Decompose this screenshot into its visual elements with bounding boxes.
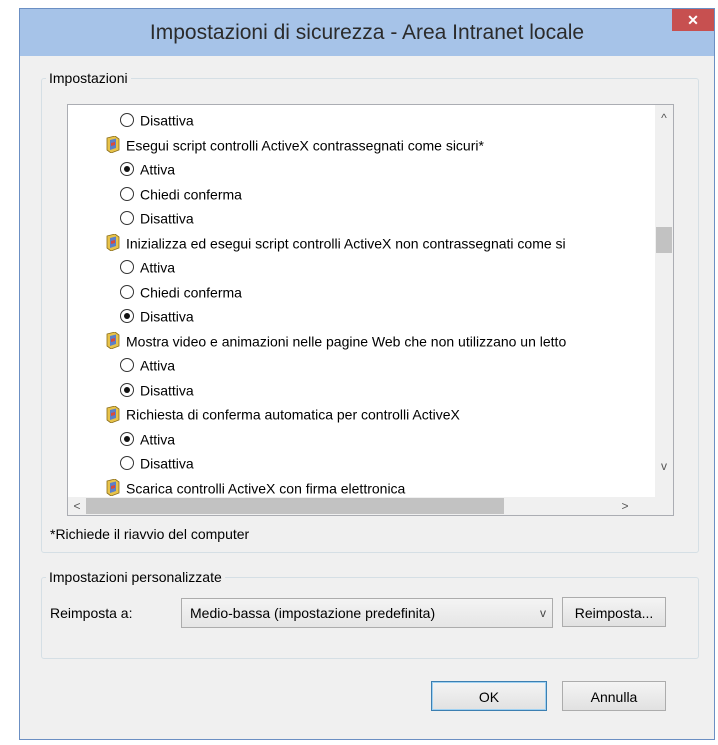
radio-label: Attiva [140, 430, 176, 447]
settings-legend: Impostazioni [46, 69, 131, 87]
radio-label: Chiedi conferma [140, 283, 242, 300]
radio-unchecked-icon[interactable] [120, 186, 134, 201]
setting-shield-icon [106, 405, 120, 423]
setting-heading: Inizializza ed esegui script controlli A… [106, 230, 566, 254]
setting-label: Mostra video e animazioni nelle pagine W… [126, 332, 567, 349]
cancel-button[interactable]: Annulla [562, 681, 666, 711]
radio-unchecked-icon[interactable] [120, 456, 134, 471]
radio-unchecked-icon[interactable] [120, 260, 134, 275]
radio-option[interactable]: Chiedi conferma [120, 279, 242, 303]
scroll-down-icon[interactable]: v [655, 457, 673, 475]
radio-checked-icon[interactable] [120, 382, 134, 397]
custom-settings-legend: Impostazioni personalizzate [46, 568, 225, 586]
reset-level-select[interactable]: Medio-bassa (impostazione predefinita) v [181, 598, 553, 628]
window-title: Impostazioni di sicurezza - Area Intrane… [149, 21, 585, 44]
setting-shield-icon [106, 332, 120, 350]
setting-heading: Esegui script controlli ActiveX contrass… [106, 132, 484, 156]
setting-label: Richiesta di conferma automatica per con… [126, 406, 460, 423]
reset-to-label: Reimposta a: [50, 605, 133, 621]
setting-label: Esegui script controlli ActiveX contrass… [126, 136, 484, 153]
radio-option[interactable]: Attiva [120, 156, 175, 180]
scroll-right-icon[interactable]: > [616, 497, 634, 515]
reset-level-value: Medio-bassa (impostazione predefinita) [190, 605, 436, 621]
close-icon[interactable]: ✕ [672, 9, 714, 31]
setting-shield-icon [106, 479, 120, 497]
radio-option[interactable]: Attiva [120, 352, 175, 376]
reset-button[interactable]: Reimposta... [562, 597, 666, 627]
setting-heading: Scarica controlli ActiveX con firma elet… [106, 475, 405, 498]
radio-option[interactable]: Disattiva [120, 377, 194, 401]
setting-shield-icon [106, 136, 120, 154]
radio-option[interactable]: Disattiva [120, 450, 194, 474]
restart-footnote: *Richiede il riavvio del computer [50, 526, 250, 542]
radio-checked-icon[interactable] [120, 431, 134, 446]
radio-option[interactable]: Attiva [120, 254, 175, 278]
radio-label: Disattiva [140, 455, 194, 472]
settings-list-content: Disattiva Esegui script controlli ActiveX… [68, 105, 654, 497]
setting-shield-icon [106, 234, 120, 252]
radio-unchecked-icon[interactable] [120, 358, 134, 373]
vertical-scroll-thumb[interactable] [656, 227, 672, 253]
title-bar: Impostazioni di sicurezza - Area Intrane… [20, 9, 714, 56]
settings-list[interactable]: Disattiva Esegui script controlli ActiveX… [67, 104, 674, 516]
chevron-down-icon: v [540, 606, 546, 620]
radio-option[interactable]: Disattiva [120, 205, 194, 229]
radio-checked-icon[interactable] [120, 309, 134, 324]
setting-label: Scarica controlli ActiveX con firma elet… [126, 479, 406, 496]
radio-option[interactable]: Disattiva [120, 303, 194, 327]
setting-heading: Richiesta di conferma automatica per con… [106, 401, 460, 425]
radio-label: Attiva [140, 161, 176, 178]
setting-heading: Mostra video e animazioni nelle pagine W… [106, 328, 566, 352]
radio-checked-icon[interactable] [120, 162, 134, 177]
radio-option[interactable]: Chiedi conferma [120, 181, 242, 205]
ok-button[interactable]: OK [431, 681, 547, 711]
radio-option[interactable]: Disattiva [120, 107, 194, 131]
radio-label: Attiva [140, 357, 176, 374]
radio-option[interactable]: Attiva [120, 426, 175, 450]
radio-label: Disattiva [140, 381, 194, 398]
radio-label: Disattiva [140, 112, 194, 129]
radio-unchecked-icon[interactable] [120, 211, 134, 226]
setting-label: Inizializza ed esegui script controlli A… [126, 234, 566, 251]
radio-label: Disattiva [140, 210, 194, 227]
scroll-up-icon[interactable]: ^ [655, 109, 673, 127]
radio-unchecked-icon[interactable] [120, 113, 134, 128]
horizontal-scroll-thumb[interactable] [86, 498, 504, 514]
radio-label: Disattiva [140, 308, 194, 325]
radio-label: Attiva [140, 259, 176, 276]
radio-label: Chiedi conferma [140, 185, 242, 202]
horizontal-scrollbar[interactable]: < > [68, 497, 673, 515]
vertical-scrollbar[interactable]: ^ v [655, 105, 673, 497]
radio-unchecked-icon[interactable] [120, 284, 134, 299]
scroll-left-icon[interactable]: < [68, 497, 86, 515]
